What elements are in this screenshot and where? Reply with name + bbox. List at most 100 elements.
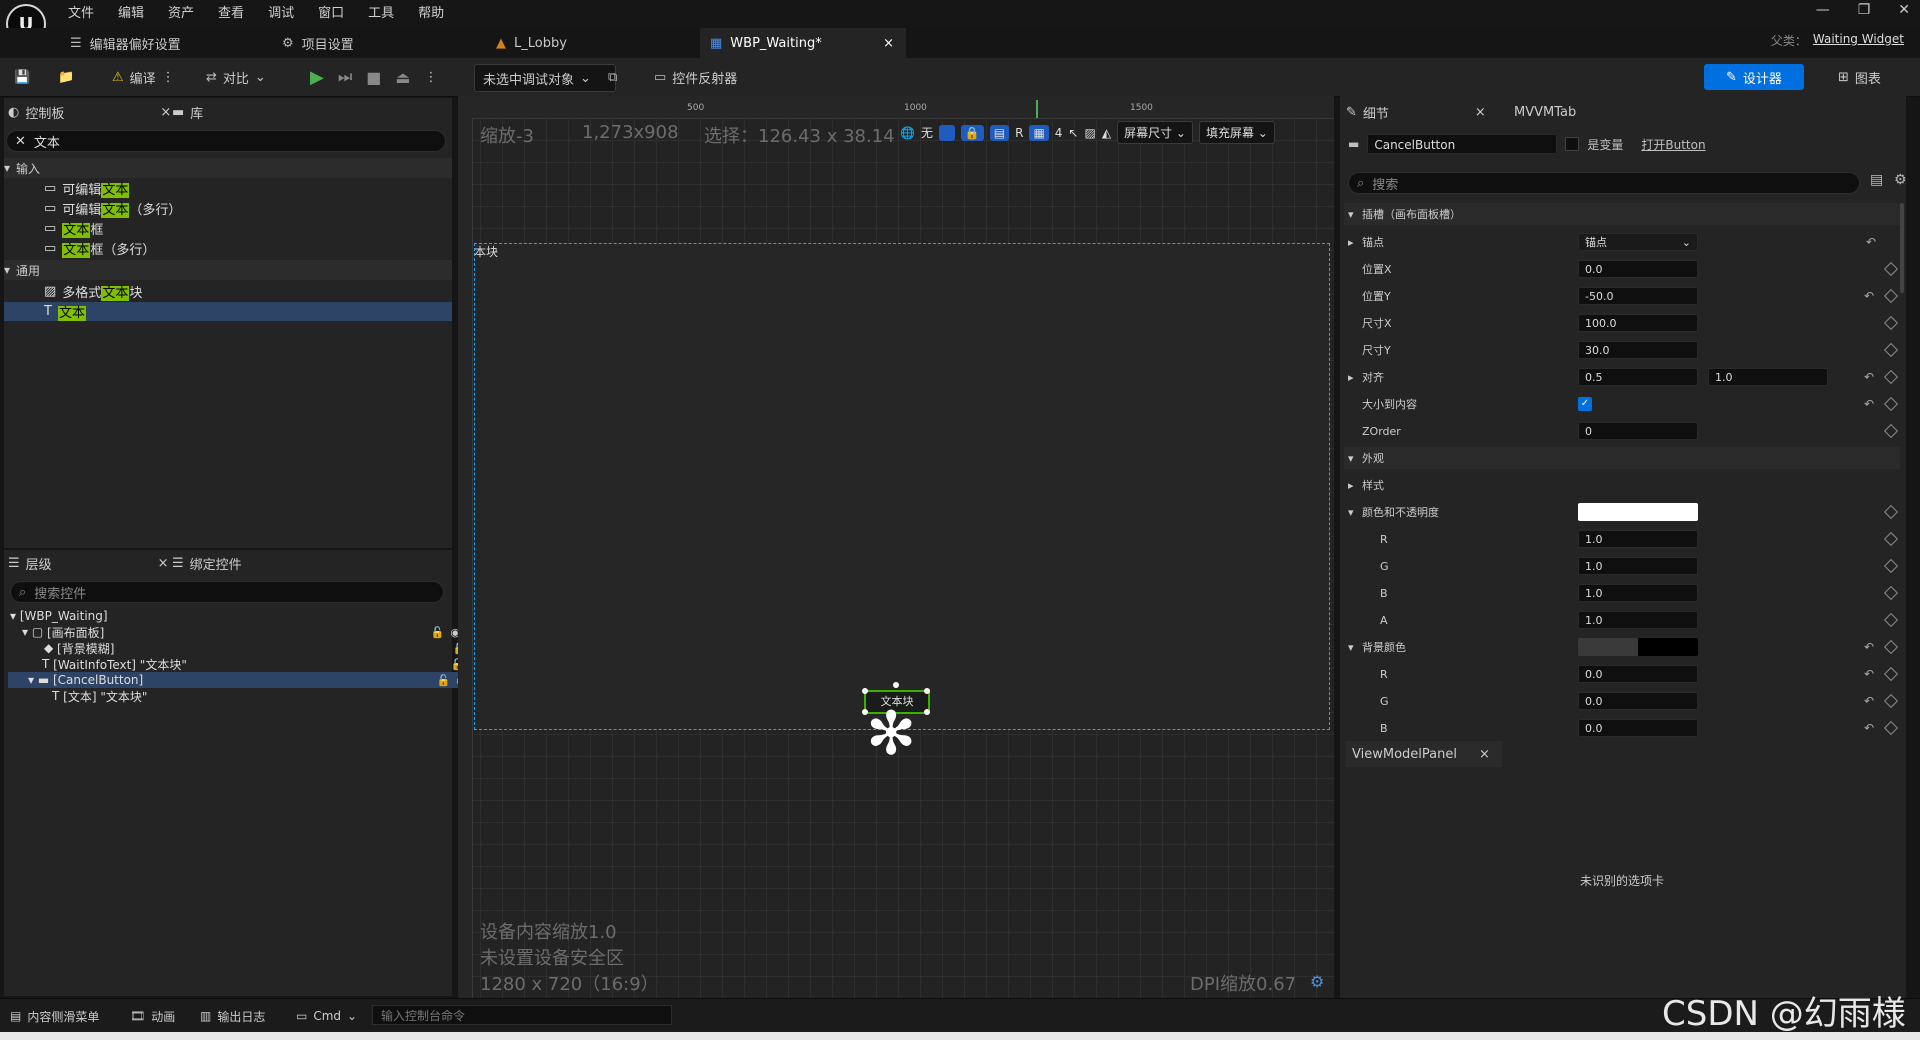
reset-icon[interactable]: ↶	[1864, 370, 1874, 384]
lock-icon[interactable]: 🔒	[960, 124, 984, 141]
resize-handle[interactable]	[924, 688, 930, 694]
keyframe-icon[interactable]	[1883, 396, 1899, 412]
image-icon[interactable]: ▨	[1084, 126, 1095, 140]
diff-button[interactable]: ⇄ 对比 ⌄	[206, 64, 266, 90]
color-a-field[interactable]: 1.0	[1578, 611, 1698, 629]
position-x-field[interactable]: 0.0	[1578, 260, 1698, 278]
keyframe-icon[interactable]	[1883, 504, 1899, 520]
palette-item-editable-text[interactable]: ▭ 可编辑文本	[44, 179, 130, 198]
close-details-icon[interactable]: ×	[1475, 105, 1486, 120]
debug-target-dropdown[interactable]: 未选中调试对象 ⌄	[474, 64, 616, 92]
parent-class-link[interactable]: Waiting Widget	[1813, 32, 1904, 49]
settings-icon[interactable]: ⚙	[1894, 172, 1907, 188]
table-view-icon[interactable]: ▤	[1870, 172, 1883, 188]
stop-icon[interactable]: ■	[366, 68, 381, 87]
reset-icon[interactable]: ↶	[1866, 235, 1876, 249]
close-hierarchy-icon[interactable]: ×	[158, 556, 169, 571]
menu-window[interactable]: 窗口	[306, 3, 356, 25]
tab-mvvm[interactable]: MVVMTab	[1514, 99, 1576, 125]
keyframe-icon[interactable]	[1883, 342, 1899, 358]
lock-icon[interactable]: 🔓	[431, 626, 445, 639]
layout-icon[interactable]: ▤	[989, 124, 1010, 141]
palette-search-input[interactable]: ✕ 文本	[6, 130, 446, 152]
graph-mode-button[interactable]: ⊞ 图表	[1838, 64, 1881, 90]
hierarchy-search-input[interactable]: ⌕ 搜索控件	[10, 581, 444, 603]
output-log-button[interactable]: ▥ 输出日志	[200, 1006, 265, 1026]
close-window-icon[interactable]: ✕	[1898, 2, 1910, 18]
tab-details[interactable]: ✎ 细节 ×	[1346, 99, 1486, 125]
grid-icon[interactable]: ▦	[1029, 124, 1049, 141]
respect-locks-toggle[interactable]: R	[1015, 126, 1023, 140]
tab-bind-widgets[interactable]: ☰ 绑定控件	[172, 550, 242, 576]
reset-icon[interactable]: ↶	[1864, 640, 1874, 654]
anchor-flower-icon[interactable]: ✻	[866, 704, 916, 764]
tab-viewmodel[interactable]: ViewModelPanel ×	[1346, 741, 1502, 767]
tab-editor-preferences[interactable]: ☰ 编辑器偏好设置	[70, 28, 260, 58]
color-r-field[interactable]: 1.0	[1578, 530, 1698, 548]
restore-icon[interactable]: ❐	[1858, 2, 1871, 18]
reset-icon[interactable]: ↶	[1864, 721, 1874, 735]
console-input[interactable]: 输入控制台命令	[372, 1005, 672, 1025]
close-palette-icon[interactable]: ×	[160, 105, 171, 120]
zorder-field[interactable]: 0	[1578, 422, 1698, 440]
keyframe-icon[interactable]	[1883, 639, 1899, 655]
chevron-down-icon[interactable]: ▾	[1348, 641, 1354, 654]
open-button-link[interactable]: 打开Button	[1641, 136, 1705, 153]
is-variable-checkbox[interactable]	[1565, 137, 1580, 151]
widget-name-input[interactable]: CancelButton	[1367, 134, 1558, 154]
tab-palette[interactable]: ◐ 控制板 ×	[8, 99, 171, 125]
compile-button[interactable]: ⚠ 编译 ⋮	[112, 64, 175, 90]
tree-row-wait-info-text[interactable]: T [WaitInfoText] "文本块" 🔓◉	[8, 656, 486, 672]
globe-icon[interactable]: 🌐	[900, 126, 915, 140]
close-viewmodel-icon[interactable]: ×	[1479, 747, 1490, 762]
reset-icon[interactable]: ↶	[1864, 667, 1874, 681]
chevron-right-icon[interactable]: ▸	[1348, 236, 1354, 249]
chevron-right-icon[interactable]: ▸	[1348, 479, 1354, 492]
keyframe-icon[interactable]	[1883, 666, 1899, 682]
menu-file[interactable]: 文件	[56, 3, 106, 25]
chevron-down-icon[interactable]: ▾	[1348, 506, 1354, 519]
keyframe-icon[interactable]	[1883, 261, 1899, 277]
keyframe-icon[interactable]	[1883, 693, 1899, 709]
tab-wbp-waiting[interactable]: ▦ WBP_Waiting* ×	[700, 28, 906, 58]
keyframe-icon[interactable]	[1883, 558, 1899, 574]
save-button[interactable]: 💾	[14, 64, 30, 90]
animation-button[interactable]: 🎞 动画	[130, 1006, 175, 1026]
minimize-icon[interactable]: —	[1816, 2, 1830, 18]
cmd-dropdown[interactable]: ▭ Cmd ⌄	[296, 1006, 357, 1026]
bg-b-field[interactable]: 0.0	[1578, 719, 1698, 737]
tab-library[interactable]: ▬ 库	[172, 99, 203, 125]
keyframe-icon[interactable]	[1883, 369, 1899, 385]
reset-icon[interactable]: ↶	[1864, 289, 1874, 303]
snap-toggle[interactable]	[938, 124, 955, 141]
menu-assets[interactable]: 资产	[156, 3, 206, 25]
details-search-input[interactable]: ⌕ 搜索	[1348, 172, 1860, 194]
palette-item-text-box-multiline[interactable]: ▭ 文本框（多行）	[44, 239, 155, 258]
resize-handle[interactable]	[862, 688, 868, 694]
close-tab-icon[interactable]: ×	[883, 36, 894, 51]
position-y-field[interactable]: -50.0	[1578, 287, 1698, 305]
size-y-field[interactable]: 30.0	[1578, 341, 1698, 359]
debug-filter-button[interactable]: ⧉	[608, 64, 617, 90]
category-common[interactable]: ▾ 通用	[4, 260, 452, 280]
color-swatch-black[interactable]	[1578, 638, 1698, 656]
lock-icon[interactable]: 🔓	[437, 674, 451, 687]
bg-r-field[interactable]: 0.0	[1578, 665, 1698, 683]
palette-item-text-box[interactable]: ▭ 文本框	[44, 219, 103, 238]
menu-tools[interactable]: 工具	[356, 3, 406, 25]
menu-help[interactable]: 帮助	[406, 3, 456, 25]
tree-row-canvas-panel[interactable]: ▾ ▢ [画布面板] 🔓 ◉	[8, 624, 466, 640]
section-appearance[interactable]: ▾ 外观	[1344, 447, 1900, 469]
compile-options-icon[interactable]: ⋮	[162, 70, 175, 85]
play-icon[interactable]: ▶	[310, 67, 324, 88]
menu-view[interactable]: 查看	[206, 3, 256, 25]
palette-item-rich-text-block[interactable]: ▨ 多格式文本块	[44, 282, 142, 301]
palette-item-editable-text-multiline[interactable]: ▭ 可编辑文本（多行）	[44, 199, 181, 218]
keyframe-icon[interactable]	[1883, 720, 1899, 736]
step-icon[interactable]: ⏭	[338, 67, 352, 87]
keyframe-icon[interactable]	[1883, 612, 1899, 628]
play-options-icon[interactable]: ⋮	[425, 70, 438, 85]
tree-row-root[interactable]: ▾ [WBP_Waiting]	[8, 608, 454, 624]
eject-icon[interactable]: ⏏	[395, 68, 410, 87]
tree-row-button-text[interactable]: T [文本] "文本块" 🔓◉	[8, 688, 496, 704]
